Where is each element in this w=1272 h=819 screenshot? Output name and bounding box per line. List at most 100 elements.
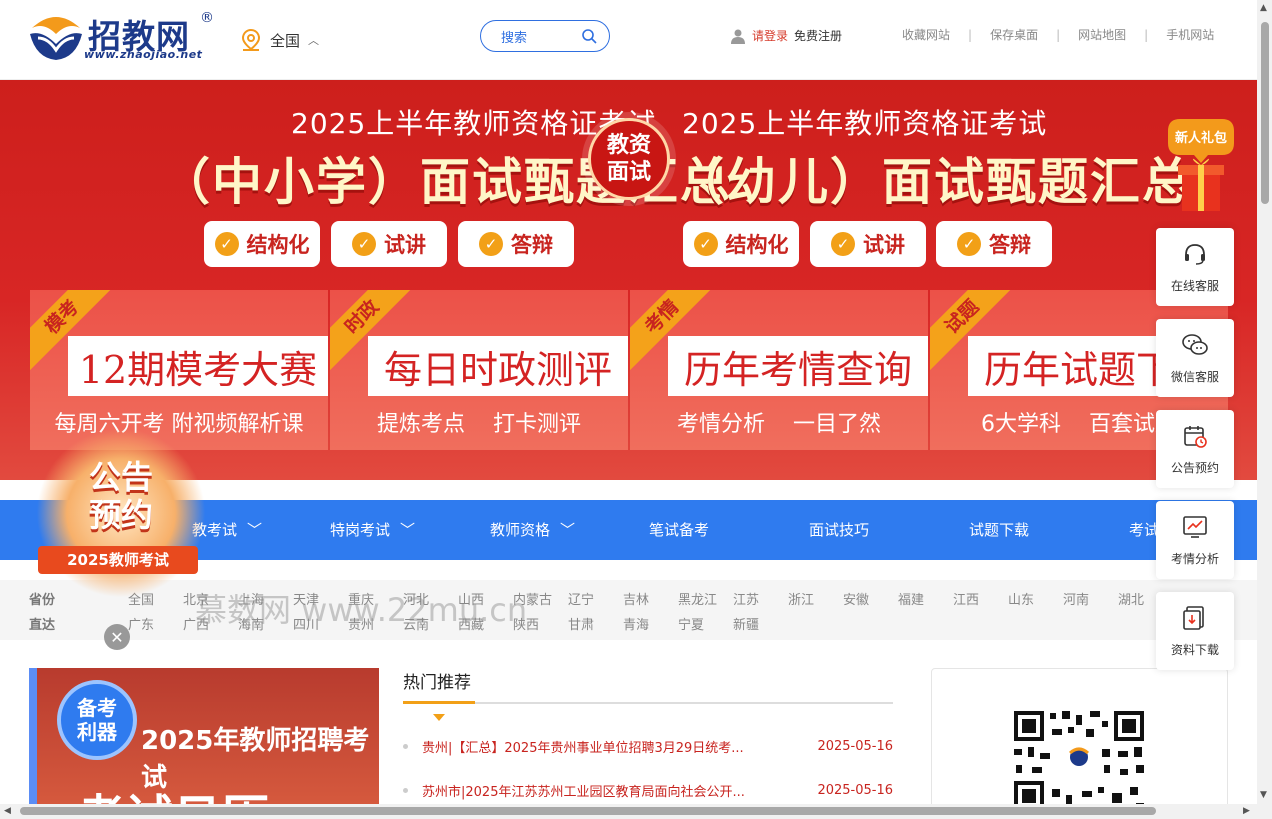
side-announcement-reservation[interactable]: 公告预约 <box>1156 410 1234 488</box>
seal-text: 教资面试 <box>606 132 651 186</box>
nav-item-exam[interactable]: 考试 <box>1129 500 1159 560</box>
pill-lecture[interactable]: ✓ 试讲 <box>810 221 926 267</box>
region-label: 全国 <box>270 31 301 50</box>
province-link[interactable]: 湖北 <box>1118 589 1144 608</box>
announcement-badge[interactable]: 公告 预约 2025教师考试 <box>30 428 210 608</box>
pill-lecture[interactable]: ✓ 试讲 <box>331 221 447 267</box>
province-link[interactable]: 广东 <box>128 614 154 633</box>
side-label: 资料下载 <box>1170 642 1219 657</box>
nav-item-special-post[interactable]: 特岗考试 ﹀ <box>330 500 415 560</box>
side-wechat-service[interactable]: 微信客服 <box>1156 319 1234 397</box>
province-link[interactable]: 江西 <box>953 589 979 608</box>
qr-code-icon <box>1006 707 1152 817</box>
pill-structured[interactable]: ✓ 结构化 <box>204 221 320 267</box>
province-link[interactable]: 辽宁 <box>568 589 594 608</box>
location-pin-icon <box>241 28 261 51</box>
login-link[interactable]: 请登录 <box>752 27 788 44</box>
calendar-icon <box>1184 425 1207 448</box>
side-material-download[interactable]: 资料下载 <box>1156 592 1234 670</box>
close-icon[interactable]: ✕ <box>104 624 130 650</box>
nav-item-teacher-cert[interactable]: 教师资格 ﹀ <box>490 500 575 560</box>
nav-item-interview-tips[interactable]: 面试技巧 <box>809 500 869 560</box>
province-link[interactable]: 甘肃 <box>568 614 594 633</box>
nav-label: 特岗考试 <box>330 521 391 539</box>
chevron-down-icon: ﹀ <box>400 521 416 539</box>
top-header: 招教网 ® www.zhaojiao.net 全国 ︿ 搜索 请登录 免费注册 … <box>0 0 1257 80</box>
pill-label: 答辩 <box>511 233 553 257</box>
province-link[interactable]: 黑龙江 <box>678 589 717 608</box>
new-user-gift[interactable]: 新人礼包 <box>1164 115 1238 215</box>
pill-defense[interactable]: ✓ 答辩 <box>458 221 574 267</box>
site-logo[interactable]: 招教网 ® www.zhaojiao.net <box>28 10 223 66</box>
pill-defense[interactable]: ✓ 答辩 <box>936 221 1052 267</box>
side-label: 考情分析 <box>1170 551 1219 566</box>
check-icon: ✓ <box>214 232 239 256</box>
search-box[interactable]: 搜索 <box>480 20 610 52</box>
scroll-up-icon[interactable]: ▲ <box>1260 3 1267 13</box>
province-link[interactable]: 河南 <box>1063 589 1089 608</box>
logo-mark-icon <box>30 17 82 60</box>
qr-panel <box>931 668 1228 818</box>
hot-underline <box>403 701 893 721</box>
nav-label: 面试技巧 <box>809 521 870 539</box>
card-title: 历年考情查询 <box>668 336 928 396</box>
card-exam-info[interactable]: 考情 历年考情查询 考情分析 一目了然 <box>630 290 928 450</box>
pill-label: 结构化 <box>725 233 789 257</box>
badge-title: 公告 预约 <box>66 458 176 534</box>
vertical-scroll-thumb[interactable] <box>1261 22 1269 204</box>
triangle-icon <box>433 714 445 721</box>
horizontal-scroll-thumb[interactable] <box>20 807 1156 815</box>
registered-mark: ® <box>200 10 214 26</box>
province-link[interactable]: 江苏 <box>733 589 759 608</box>
promo-circle-text: 备考利器 <box>77 696 117 744</box>
link-mobile-site[interactable]: 手机网站 <box>1166 26 1214 43</box>
check-icon: ✓ <box>831 232 855 256</box>
link-sitemap[interactable]: 网站地图 <box>1078 26 1126 43</box>
list-item[interactable]: 贵州|【汇总】2025年贵州事业单位招聘3月29日统考... 2025-05-16 <box>403 736 893 756</box>
province-link[interactable]: 安徽 <box>843 589 869 608</box>
bullet-icon <box>403 743 408 749</box>
scroll-right-icon[interactable]: ▶ <box>1243 806 1250 816</box>
province-link[interactable]: 福建 <box>898 589 924 608</box>
province-link[interactable]: 吉林 <box>623 589 649 608</box>
list-item-title[interactable]: 贵州|【汇总】2025年贵州事业单位招聘3月29日统考... <box>422 737 814 756</box>
direct-label: 直达 <box>29 618 56 633</box>
list-item-date: 2025-05-16 <box>817 782 893 798</box>
link-bookmark-site[interactable]: 收藏网站 <box>902 26 950 43</box>
nav-label: 教师资格 <box>490 521 551 539</box>
region-selector[interactable]: 全国 ︿ <box>240 28 319 52</box>
search-icon[interactable] <box>581 28 597 44</box>
register-link[interactable]: 免费注册 <box>794 27 842 44</box>
link-save-desktop[interactable]: 保存桌面 <box>990 26 1038 43</box>
bullet-icon <box>403 787 408 793</box>
card-title: 12期模考大赛 <box>68 336 328 396</box>
scroll-left-icon[interactable]: ◀ <box>4 806 11 816</box>
card-mock-exam[interactable]: 模考 12期模考大赛 每周六开考 附视频解析课 <box>30 290 328 450</box>
hot-title: 热门推荐 <box>403 673 471 693</box>
province-link[interactable]: 新疆 <box>733 614 759 633</box>
pill-structured[interactable]: ✓ 结构化 <box>683 221 799 267</box>
list-item[interactable]: 苏州市|2025年江苏苏州工业园区教育局面向社会公开... 2025-05-16 <box>403 780 893 800</box>
province-link[interactable]: 浙江 <box>788 589 814 608</box>
divider: | <box>1144 27 1149 42</box>
chart-icon <box>1183 515 1207 538</box>
province-link[interactable]: 青海 <box>623 614 649 633</box>
side-exam-analysis[interactable]: 考情分析 <box>1156 501 1234 579</box>
chevron-down-icon: ﹀ <box>247 521 263 539</box>
province-link[interactable]: 山东 <box>1008 589 1034 608</box>
check-icon: ✓ <box>957 232 981 256</box>
list-item-title[interactable]: 苏州市|2025年江苏苏州工业园区教育局面向社会公开... <box>422 781 814 800</box>
watermark: 慕数网 www.22mu.cn <box>195 591 528 629</box>
banner-right-subtitle: 2025上半年教师资格证考试 <box>682 107 1048 140</box>
badge-title-line: 预约 <box>88 496 153 534</box>
hero-banner[interactable]: 2025上半年教师资格证考试 （中小学）面试甄题汇总 2025上半年教师资格证考… <box>0 80 1257 480</box>
pill-label: 答辩 <box>989 233 1031 257</box>
province-link[interactable]: 宁夏 <box>678 614 704 633</box>
scroll-down-icon[interactable]: ▼ <box>1260 790 1267 800</box>
pill-label: 结构化 <box>246 233 310 257</box>
nav-item-downloads[interactable]: 试题下载 <box>969 500 1029 560</box>
side-online-service[interactable]: 在线客服 <box>1156 228 1234 306</box>
promo-calendar-banner[interactable]: 备考利器 2025年教师招聘考试 考试日历 <box>29 668 379 808</box>
nav-item-written-prep[interactable]: 笔试备考 <box>649 500 709 560</box>
card-current-affairs[interactable]: 时政 每日时政测评 提炼考点 打卡测评 <box>330 290 628 450</box>
